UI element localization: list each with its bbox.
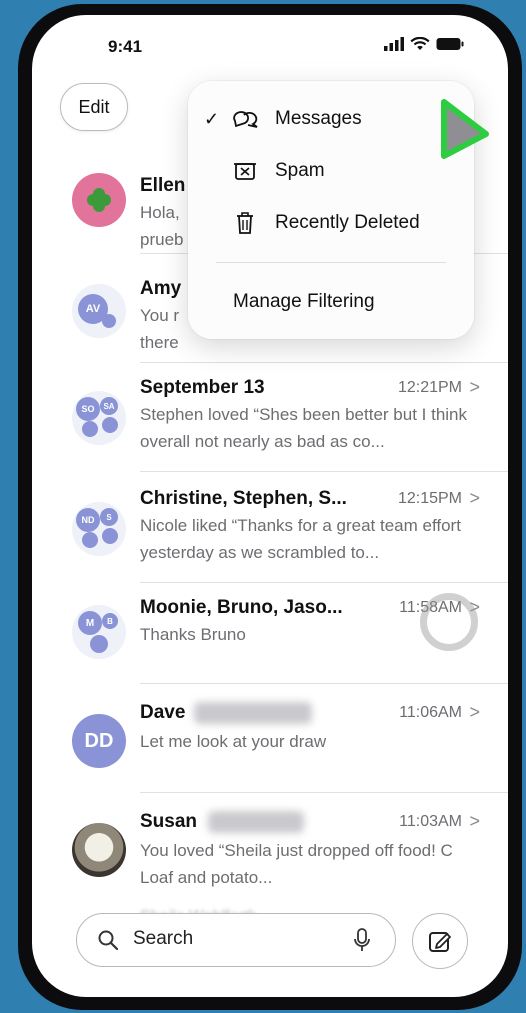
group-avatar: ND S	[72, 502, 126, 556]
chevron-right-icon: >	[469, 377, 480, 397]
microphone-icon[interactable]	[353, 927, 371, 953]
compose-button[interactable]	[412, 913, 468, 969]
avatar-bubble	[102, 417, 118, 433]
trash-icon	[237, 212, 253, 234]
conversation-preview: You loved “Sheila just dropped off food!…	[140, 841, 453, 887]
checkmark-icon: ✓	[204, 108, 220, 129]
search-icon	[98, 930, 119, 951]
avatar-initials: B	[102, 613, 118, 629]
conversation-name: Christine, Stephen, S...	[140, 488, 347, 509]
menu-divider	[216, 262, 446, 263]
conversation-row[interactable]: ND S Christine, Stephen, S... 12:15PM > …	[32, 472, 508, 582]
edit-button[interactable]: Edit	[60, 83, 128, 131]
avatar-bubble	[102, 528, 118, 544]
menu-item-spam[interactable]: Spam	[188, 147, 474, 195]
conversation-preview: Let me look at your draw	[140, 732, 327, 751]
signal-icon	[384, 37, 404, 51]
conversation-row[interactable]: SO SA September 13 12:21PM > Stephen lov…	[32, 363, 508, 471]
wifi-icon	[410, 37, 430, 50]
group-avatar: SO SA	[72, 391, 126, 445]
menu-item-label: Spam	[275, 160, 325, 181]
compose-icon	[429, 932, 451, 952]
conversation-time: 12:15PM	[397, 490, 462, 507]
conversation-preview: Nicole liked “Thanks for a great team ef…	[140, 516, 461, 562]
menu-item-label: Recently Deleted	[275, 212, 420, 233]
avatar-initials: SO	[76, 397, 100, 421]
conversation-time: 11:06AM	[399, 704, 462, 721]
menu-item-recently-deleted[interactable]: Recently Deleted	[188, 199, 474, 247]
contact-avatar: AV	[72, 284, 126, 338]
conversation-preview: Stephen loved “Shes been better but I th…	[140, 405, 468, 451]
loading-spinner-icon	[420, 593, 478, 651]
conversation-time: 11:03AM	[399, 813, 462, 830]
status-icons	[384, 37, 464, 51]
menu-item-label: Manage Filtering	[233, 291, 375, 312]
clover-avatar	[72, 173, 126, 227]
menu-item-manage-filtering[interactable]: Manage Filtering	[188, 278, 474, 326]
spam-box-icon	[234, 163, 256, 180]
avatar-initials: S	[100, 508, 118, 526]
status-time: 9:41	[108, 37, 143, 56]
avatar-bubble	[90, 635, 108, 653]
group-avatar: M B	[72, 605, 126, 659]
menu-item-messages[interactable]: ✓ Messages	[188, 95, 474, 143]
conversation-name: Ellen	[140, 175, 186, 196]
avatar-bubble	[82, 421, 98, 437]
conversation-preview: You r there	[140, 306, 180, 352]
avatar-initials: SA	[100, 397, 118, 415]
conversation-row[interactable]: Susan 11:03AM > You loved “Sheila just d…	[32, 793, 508, 901]
chevron-right-icon: >	[469, 811, 480, 831]
pointer-cursor-icon	[441, 99, 489, 159]
battery-icon	[436, 38, 464, 50]
bubbles-icon	[233, 111, 258, 128]
avatar-initials: ND	[76, 508, 100, 532]
chevron-right-icon: >	[469, 702, 480, 722]
search-placeholder: Search	[133, 928, 194, 949]
avatar-initials: M	[78, 611, 102, 635]
conversation-name: Dave	[140, 702, 186, 723]
conversation-name: September 13	[140, 377, 265, 398]
chevron-right-icon: >	[469, 488, 480, 508]
redacted-surname	[194, 702, 312, 724]
redacted-surname	[208, 811, 304, 833]
conversation-name: Moonie, Bruno, Jaso...	[140, 597, 343, 618]
conversation-name: Susan	[140, 811, 198, 832]
conversation-name: Amy	[140, 278, 182, 299]
avatar-badge	[102, 314, 116, 328]
avatar-bubble	[82, 532, 98, 548]
conversation-time: 12:21PM	[397, 379, 462, 396]
cat-photo-avatar	[72, 823, 126, 877]
search-field[interactable]: Search	[76, 913, 396, 967]
filter-menu: ✓ Messages Spam Recently Deleted Manage …	[188, 81, 474, 339]
messages-screen: 9:41 Edit Ellen Hola, prueb AV Amy You r…	[32, 15, 508, 997]
clover-icon	[87, 188, 111, 212]
conversation-row[interactable]: DD Dave 11:06AM > Let me look at your dr…	[32, 684, 508, 792]
menu-item-label: Messages	[275, 108, 362, 129]
contact-avatar: DD	[72, 714, 126, 768]
